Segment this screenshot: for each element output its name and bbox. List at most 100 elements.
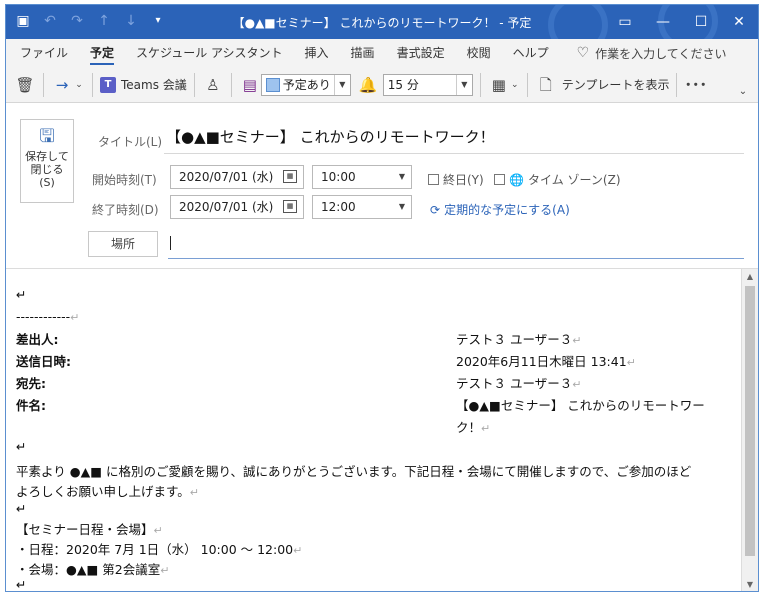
chevron-down-icon[interactable]: ⌄ bbox=[510, 74, 520, 96]
category-color-icon[interactable]: ▤ bbox=[239, 74, 261, 96]
header-value-from: テスト３ ユーザー３↵ bbox=[456, 329, 581, 348]
tab-file[interactable]: ファイル bbox=[20, 39, 68, 67]
title-bar: ▣ ↶ ↷ ↑ ↓ ▾ 【●▲■セミナー】 これからのリモートワーク！ - 予定… bbox=[6, 5, 758, 55]
end-date-picker[interactable]: 2020/07/01 (水) ▦ bbox=[170, 195, 304, 219]
tell-me-box[interactable]: ♡ 作業を入力してください bbox=[577, 45, 727, 62]
more-options-icon[interactable]: ･･･ bbox=[684, 74, 707, 96]
reminder-select[interactable]: 15 分 ▼ bbox=[382, 73, 473, 96]
paragraph-mark: ↵ bbox=[70, 311, 80, 324]
subject-cont-text: ク！ bbox=[456, 420, 482, 435]
from-value: テスト３ ユーザー３ bbox=[456, 332, 573, 347]
forward-icon[interactable]: → bbox=[51, 74, 73, 96]
paragraph-mark: ↵ bbox=[16, 577, 27, 592]
chevron-down-icon: ▼ bbox=[455, 74, 472, 95]
template-label: テンプレートを表示 bbox=[561, 78, 670, 92]
schedule-date-line: ・日程：2020年 7月 1日（水） 10:00 〜 12:00↵ bbox=[16, 539, 302, 558]
start-time-select[interactable]: 10:00 ▼ bbox=[312, 165, 412, 189]
tab-review[interactable]: 校閲 bbox=[467, 39, 491, 67]
ribbon-display-icon[interactable]: ▭ bbox=[606, 5, 644, 39]
make-recurring-link[interactable]: ⟳ 定期的な予定にする(A) bbox=[430, 201, 570, 218]
chevron-down-icon[interactable]: ⌄ bbox=[73, 74, 85, 96]
header-value-subject: 【●▲■セミナー】 これからのリモートワー bbox=[456, 398, 705, 413]
all-day-checkbox[interactable]: 終日(Y) bbox=[428, 171, 484, 188]
checkbox-box[interactable] bbox=[428, 174, 439, 185]
end-time-label: 終了時刻(D) bbox=[92, 203, 159, 217]
paragraph-mark: ↵ bbox=[153, 524, 163, 537]
location-cursor bbox=[170, 236, 171, 250]
paragraph-mark: ↵ bbox=[160, 564, 170, 577]
show-as-select[interactable]: 予定あり ▼ bbox=[260, 73, 351, 96]
add-attendee-icon[interactable]: ♙ bbox=[202, 74, 224, 96]
time-zone-checkbox[interactable]: 🌐 タイム ゾーン(Z) bbox=[494, 171, 621, 188]
recurrence-label: 定期的な予定にする(A) bbox=[444, 203, 570, 217]
save-and-close-button[interactable]: 🖫 保存して 閉じる (S) bbox=[20, 119, 74, 203]
scroll-down-icon[interactable]: ▼ bbox=[742, 577, 758, 591]
save-close-icon: 🖫 bbox=[39, 126, 55, 147]
section-title: 【セミナー日程・会場】↵ bbox=[16, 519, 163, 538]
calendar-icon[interactable]: ▦ bbox=[283, 170, 297, 183]
header-key-to: 宛先: bbox=[16, 376, 46, 391]
calendar-icon[interactable]: ▦ bbox=[283, 200, 297, 213]
maximize-icon[interactable]: ☐ bbox=[682, 5, 720, 39]
collapse-ribbon-icon[interactable]: ⌄ bbox=[732, 81, 754, 103]
paragraph-mark: ↵ bbox=[16, 501, 27, 516]
teams-meeting-button[interactable]: T Teams 会議 bbox=[100, 76, 187, 93]
section-title-text: 【セミナー日程・会場】 bbox=[16, 522, 154, 537]
divider bbox=[479, 72, 481, 97]
subject-input[interactable]: 【●▲■セミナー】 これからのリモートワーク！ bbox=[166, 126, 495, 147]
subject-underline bbox=[164, 153, 744, 154]
tab-format[interactable]: 書式設定 bbox=[397, 39, 445, 67]
body-scrollbar[interactable]: ▲ ▼ bbox=[741, 269, 758, 591]
minimize-icon[interactable]: — bbox=[644, 5, 682, 39]
start-time-label: 開始時刻(T) bbox=[92, 173, 157, 187]
close-icon[interactable]: ✕ bbox=[720, 5, 758, 39]
scroll-up-icon[interactable]: ▲ bbox=[742, 269, 758, 285]
to-value: テスト３ ユーザー３ bbox=[456, 376, 573, 391]
paragraph-mark: ↵ bbox=[16, 439, 27, 454]
header-value-to: テスト３ ユーザー３↵ bbox=[456, 373, 581, 392]
tab-insert[interactable]: 挿入 bbox=[305, 39, 329, 67]
teams-meeting-label: Teams 会議 bbox=[121, 78, 187, 92]
paragraph-mark: ↵ bbox=[16, 287, 27, 302]
busy-swatch-icon bbox=[265, 77, 280, 92]
header-key-subject: 件名: bbox=[16, 398, 46, 413]
end-time-value: 12:00 bbox=[321, 200, 356, 214]
window-controls: ▭ — ☐ ✕ bbox=[606, 5, 758, 39]
location-button[interactable]: 場所 bbox=[88, 231, 158, 257]
schedule-venue-line: ・会場：●▲■ 第2会議室↵ bbox=[16, 559, 169, 578]
chevron-down-icon: ▼ bbox=[398, 172, 405, 181]
ribbon-toolbar: 🗑 → ⌄ T Teams 会議 ♙ ▤ 予定あり ▼ 🔔 15 分 ▼ ▦ ⌄… bbox=[6, 67, 758, 103]
tab-draw[interactable]: 描画 bbox=[351, 39, 375, 67]
start-time-value: 10:00 bbox=[321, 170, 356, 184]
save-close-label-1: 保存して bbox=[25, 150, 69, 163]
sent-value: 2020年6月11日木曜日 13:41 bbox=[456, 354, 627, 369]
paragraph-mark: ↵ bbox=[626, 356, 636, 369]
appointment-body[interactable]: ↵ ------------↵ 差出人: テスト３ ユーザー３↵ 送信日時: 2… bbox=[6, 269, 741, 592]
date-line-text: ・日程：2020年 7月 1日（水） 10:00 〜 12:00 bbox=[16, 542, 294, 557]
header-key-sent: 送信日時: bbox=[16, 354, 71, 369]
divider bbox=[92, 72, 93, 97]
separator-line: ------------↵ bbox=[16, 309, 79, 324]
end-date-value: 2020/07/01 (水) bbox=[179, 200, 274, 214]
paragraph-mark: ↵ bbox=[572, 378, 582, 391]
divider bbox=[193, 72, 195, 97]
view-templates-button[interactable]: 🗋 テンプレートを表示 bbox=[535, 74, 670, 96]
delete-icon[interactable]: 🗑 bbox=[14, 74, 36, 96]
tab-scheduling-assistant[interactable]: スケジュール アシスタント bbox=[136, 39, 283, 67]
end-time-select[interactable]: 12:00 ▼ bbox=[312, 195, 412, 219]
tab-help[interactable]: ヘルプ bbox=[513, 39, 549, 67]
show-as-value: 予定あり bbox=[282, 78, 331, 92]
save-close-label-3: (S) bbox=[39, 176, 55, 189]
scrollbar-thumb[interactable] bbox=[745, 286, 755, 556]
outlook-appointment-window: ▣ ↶ ↷ ↑ ↓ ▾ 【●▲■セミナー】 これからのリモートワーク！ - 予定… bbox=[5, 4, 759, 592]
start-date-picker[interactable]: 2020/07/01 (水) ▦ bbox=[170, 165, 304, 189]
checkbox-box[interactable] bbox=[494, 174, 505, 185]
tab-appointment[interactable]: 予定 bbox=[90, 39, 115, 67]
title-label: タイトル(L) bbox=[98, 135, 163, 149]
all-day-label: 終日(Y) bbox=[443, 173, 484, 187]
location-input[interactable] bbox=[168, 258, 744, 259]
para-line-2-text: よろしくお願い申し上げます。 bbox=[16, 484, 190, 499]
reminder-value: 15 分 bbox=[387, 78, 419, 92]
start-date-value: 2020/07/01 (水) bbox=[179, 170, 274, 184]
view-options-icon[interactable]: ▦ bbox=[488, 74, 510, 96]
